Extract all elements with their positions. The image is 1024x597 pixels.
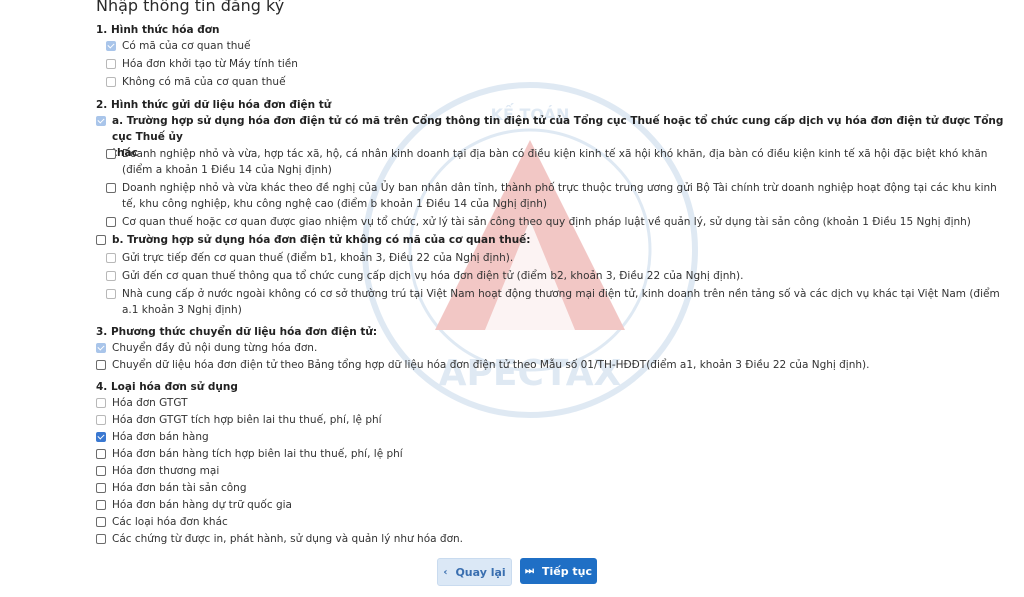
option-2a-3[interactable]: Cơ quan thuế hoặc cơ quan được giao nhiệ…: [106, 214, 971, 230]
option-2b-2[interactable]: Gửi đến cơ quan thuế thông qua tổ chức c…: [106, 268, 743, 284]
checkbox[interactable]: [96, 517, 106, 527]
checkbox[interactable]: [96, 415, 106, 425]
option-2a-2[interactable]: Doanh nghiệp nhỏ và vừa khác theo đề ngh…: [106, 180, 997, 212]
option-4-gtgt-bien-lai[interactable]: Hóa đơn GTGT tích hợp biên lai thu thuế,…: [96, 412, 382, 428]
option-label: Hóa đơn GTGT: [112, 397, 188, 409]
option-may-tinh-tien[interactable]: Hóa đơn khởi tạo từ Máy tính tiền: [106, 56, 298, 72]
option-label: Hóa đơn bán hàng dự trữ quốc gia: [112, 499, 292, 511]
option-label: Các chứng từ được in, phát hành, sử dụng…: [112, 533, 463, 545]
next-button[interactable]: ⏭ Tiếp tục: [520, 558, 597, 584]
checkbox[interactable]: [106, 289, 116, 299]
checkbox[interactable]: [96, 449, 106, 459]
option-label: b. Trường hợp sử dụng hóa đơn điện tử kh…: [112, 234, 531, 246]
checkbox[interactable]: [96, 483, 106, 493]
option-2a-1[interactable]: Doanh nghiệp nhỏ và vừa, hợp tác xã, hộ,…: [106, 146, 987, 178]
checkbox[interactable]: [106, 41, 116, 51]
option-label: Nhà cung cấp ở nước ngoài không có cơ sở…: [122, 288, 1000, 316]
option-label: Gửi đến cơ quan thuế thông qua tổ chức c…: [122, 270, 744, 282]
option-4-du-tru-quoc-gia[interactable]: Hóa đơn bán hàng dự trữ quốc gia: [96, 497, 292, 513]
checkbox[interactable]: [106, 59, 116, 69]
option-4-thuong-mai[interactable]: Hóa đơn thương mại: [96, 463, 219, 479]
checkbox[interactable]: [106, 253, 116, 263]
skip-next-icon: ⏭: [524, 565, 534, 577]
next-button-label: Tiếp tục: [541, 564, 593, 578]
checkbox[interactable]: [96, 116, 106, 126]
chevron-left-icon: ‹: [443, 566, 448, 578]
option-khong-co-ma[interactable]: Không có mã của cơ quan thuế: [106, 74, 286, 90]
checkbox[interactable]: [96, 360, 106, 370]
option-3-full[interactable]: Chuyển đầy đủ nội dung từng hóa đơn.: [96, 340, 317, 356]
option-2b[interactable]: b. Trường hợp sử dụng hóa đơn điện tử kh…: [96, 232, 531, 248]
option-label: Chuyển dữ liệu hóa đơn điện tử theo Bảng…: [112, 359, 870, 371]
option-label: Hóa đơn thương mại: [112, 465, 220, 477]
checkbox[interactable]: [96, 500, 106, 510]
checkbox[interactable]: [106, 77, 116, 87]
option-label: Có mã của cơ quan thuế: [122, 40, 251, 52]
option-label: Hóa đơn khởi tạo từ Máy tính tiền: [122, 58, 298, 70]
option-label: Doanh nghiệp nhỏ và vừa khác theo đề ngh…: [122, 182, 997, 210]
option-label: Các loại hóa đơn khác: [112, 516, 228, 528]
back-button-label: Quay lại: [455, 565, 506, 579]
option-4-ban-hang[interactable]: Hóa đơn bán hàng: [96, 429, 209, 445]
checkbox[interactable]: [96, 534, 106, 544]
checkbox[interactable]: [106, 271, 116, 281]
option-4-ban-hang-bien-lai[interactable]: Hóa đơn bán hàng tích hợp biên lai thu t…: [96, 446, 403, 462]
page-title: Nhập thông tin đăng ký: [96, 0, 285, 15]
option-2b-1[interactable]: Gửi trực tiếp đến cơ quan thuế (điểm b1,…: [106, 250, 513, 266]
section-transfer-method-heading: 3. Phương thức chuyển dữ liệu hóa đơn đi…: [96, 326, 378, 338]
checkbox[interactable]: [106, 217, 116, 227]
option-co-ma[interactable]: Có mã của cơ quan thuế: [106, 38, 250, 54]
section-invoice-form-heading: 1. Hình thức hóa đơn: [96, 24, 220, 36]
option-label: Hóa đơn bán hàng tích hợp biên lai thu t…: [112, 448, 403, 460]
checkbox[interactable]: [106, 149, 116, 159]
checkbox[interactable]: [106, 183, 116, 193]
option-label: Chuyển đầy đủ nội dung từng hóa đơn.: [112, 342, 318, 354]
option-4-tai-san-cong[interactable]: Hóa đơn bán tài sản công: [96, 480, 247, 496]
option-label: Doanh nghiệp nhỏ và vừa, hợp tác xã, hộ,…: [122, 148, 988, 176]
option-label: Hóa đơn bán hàng: [112, 431, 209, 443]
option-label: Không có mã của cơ quan thuế: [122, 76, 286, 88]
checkbox[interactable]: [96, 466, 106, 476]
section-invoice-type-heading: 4. Loại hóa đơn sử dụng: [96, 381, 238, 393]
option-4-khac[interactable]: Các loại hóa đơn khác: [96, 514, 228, 530]
checkbox[interactable]: [96, 432, 106, 442]
option-4-chung-tu[interactable]: Các chứng từ được in, phát hành, sử dụng…: [96, 531, 463, 547]
option-label: Hóa đơn bán tài sản công: [112, 482, 247, 494]
option-label: Gửi trực tiếp đến cơ quan thuế (điểm b1,…: [122, 252, 514, 264]
checkbox[interactable]: [96, 235, 106, 245]
back-button[interactable]: ‹ Quay lại: [437, 558, 512, 586]
checkbox[interactable]: [96, 343, 106, 353]
option-3-summary[interactable]: Chuyển dữ liệu hóa đơn điện tử theo Bảng…: [96, 357, 869, 373]
checkbox[interactable]: [96, 398, 106, 408]
option-2b-3[interactable]: Nhà cung cấp ở nước ngoài không có cơ sở…: [106, 286, 1000, 318]
option-label: Cơ quan thuế hoặc cơ quan được giao nhiệ…: [122, 216, 971, 228]
section-send-method-heading: 2. Hình thức gửi dữ liệu hóa đơn điện tử: [96, 99, 332, 111]
option-4-gtgt[interactable]: Hóa đơn GTGT: [96, 395, 188, 411]
option-label: Hóa đơn GTGT tích hợp biên lai thu thuế,…: [112, 414, 382, 426]
